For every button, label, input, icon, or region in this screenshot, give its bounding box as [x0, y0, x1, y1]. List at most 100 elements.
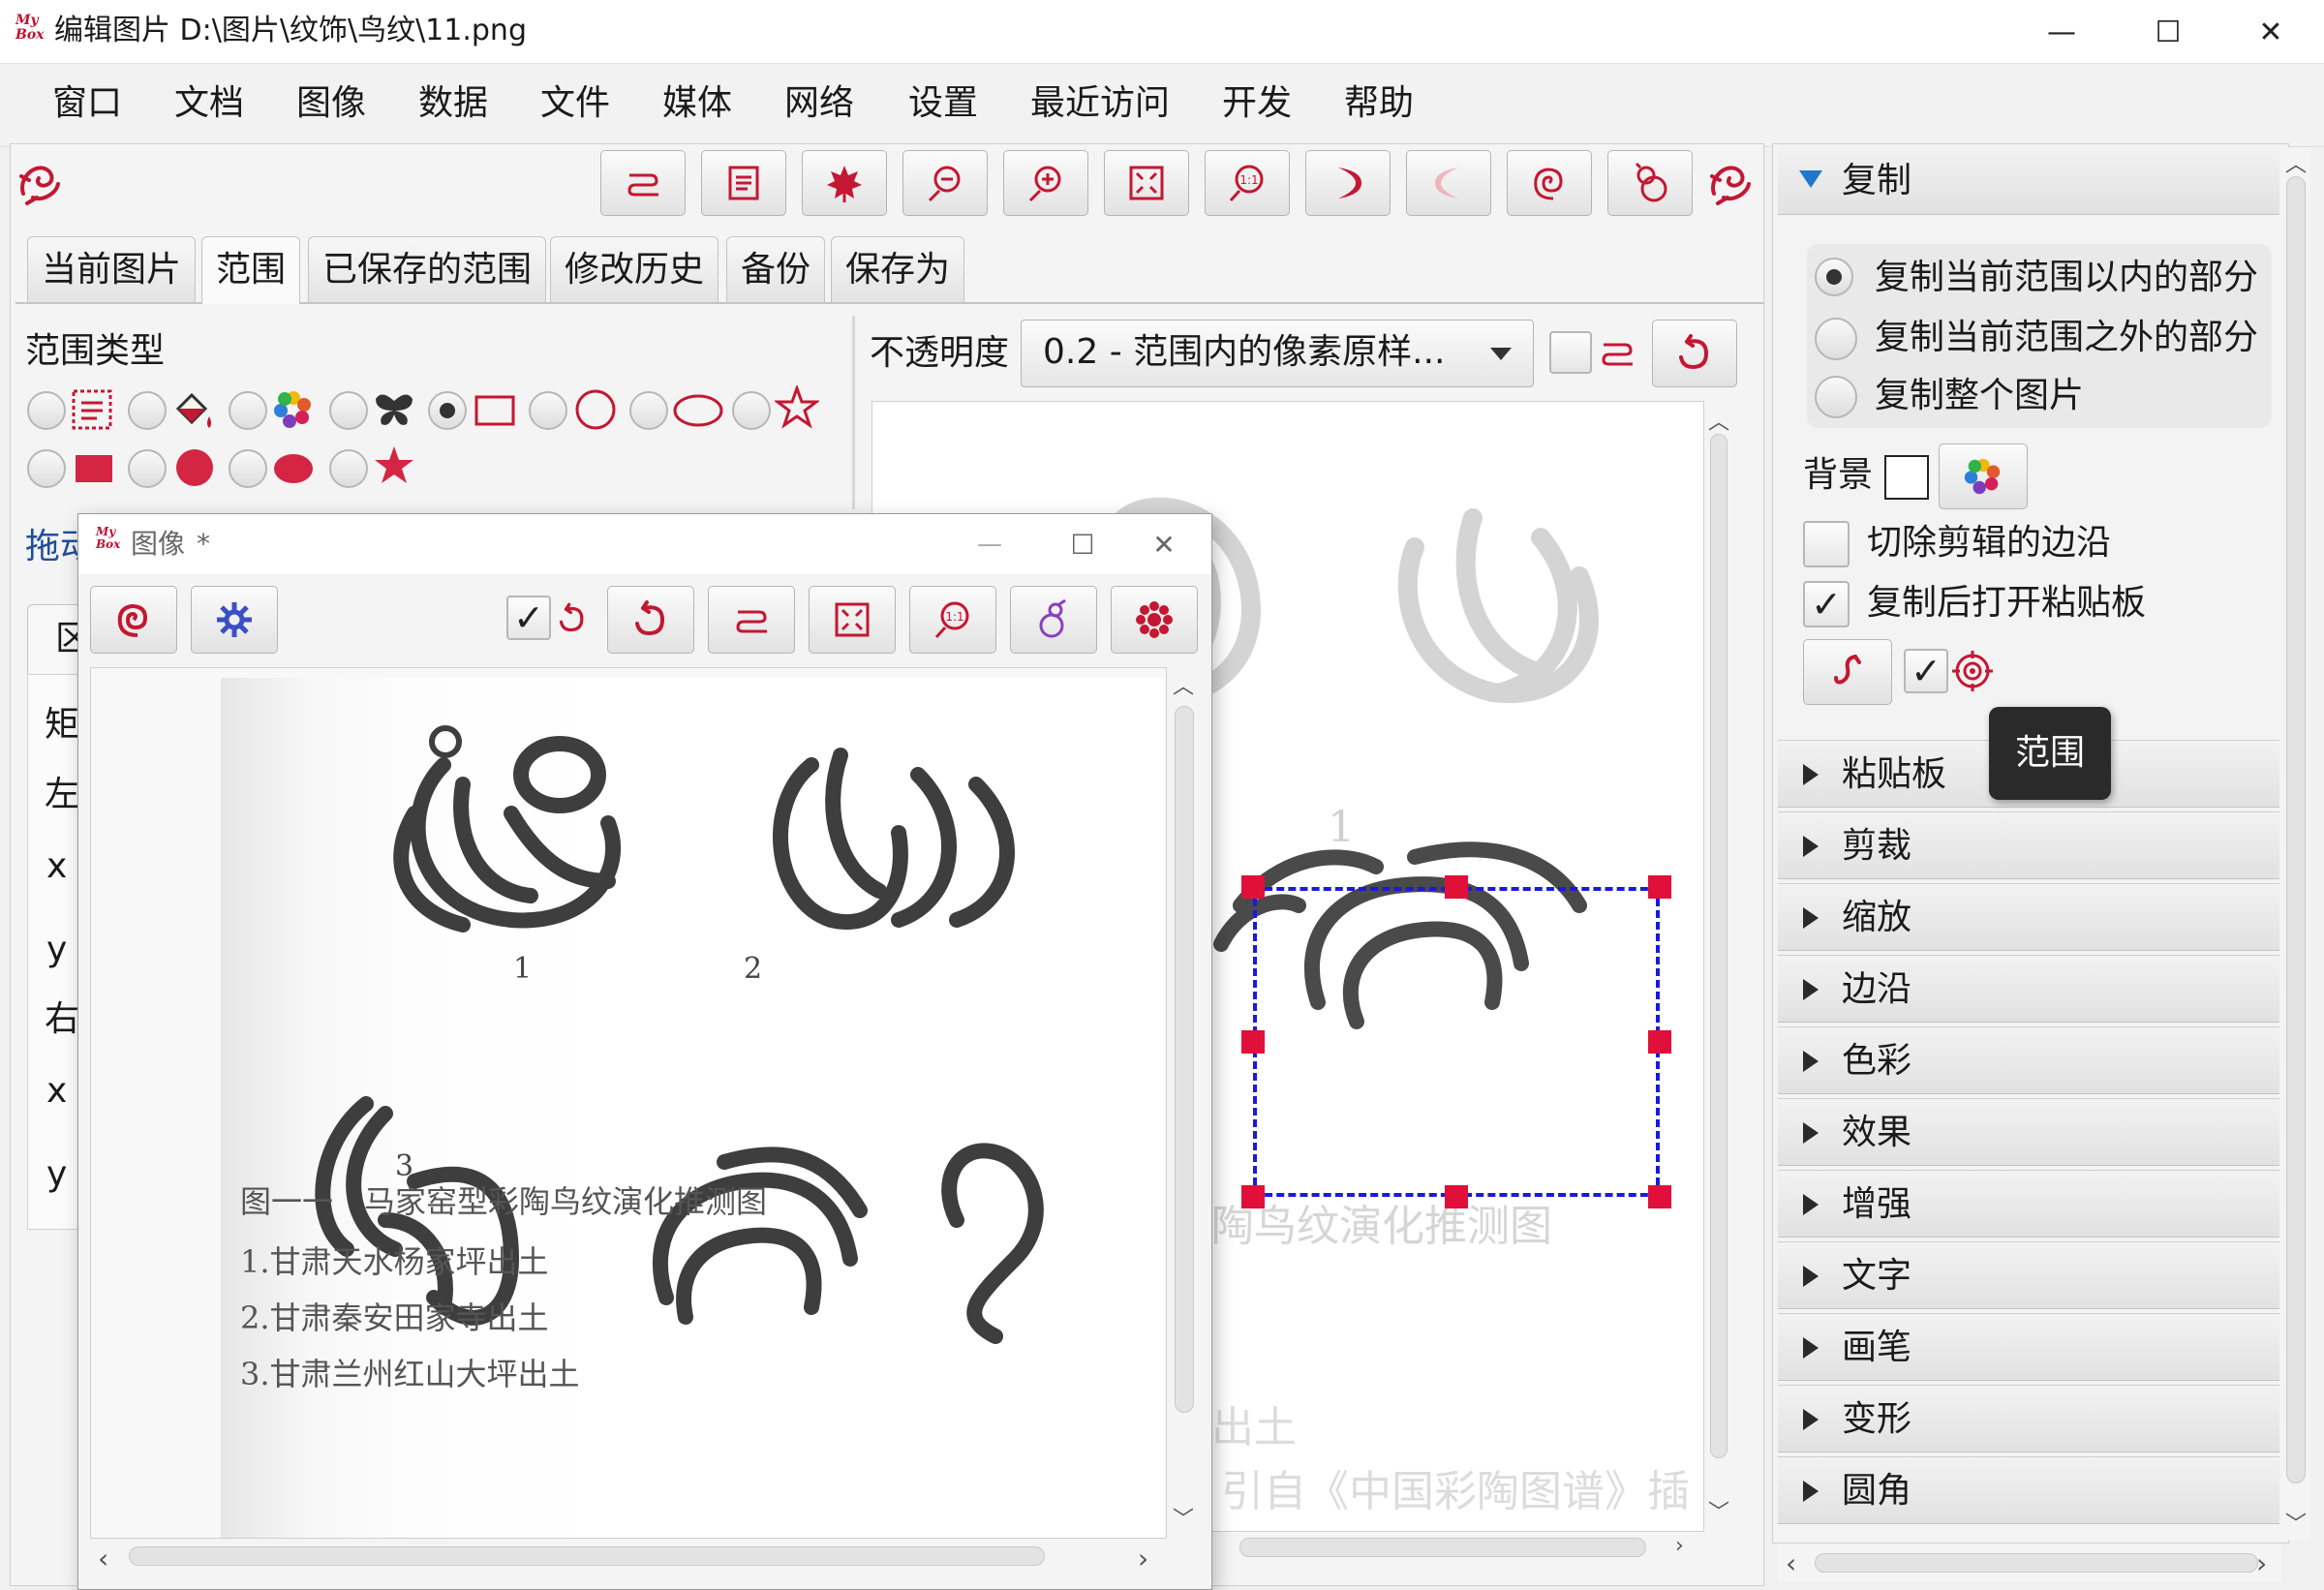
popup-minimize-button[interactable]: — — [938, 514, 1041, 574]
scroll-right-icon[interactable]: › — [1675, 1534, 1684, 1558]
spiral-button[interactable] — [1507, 150, 1592, 216]
menu-settings[interactable]: 设置 — [904, 79, 982, 128]
maximize-button[interactable]: ☐ — [2117, 0, 2219, 64]
cut-margins-label[interactable]: 切除剪辑的边沿 — [1867, 521, 2111, 566]
gourd-button[interactable] — [1607, 150, 1693, 216]
operations-hscroll-thumb[interactable] — [1815, 1553, 2258, 1573]
menu-help[interactable]: 帮助 — [1340, 79, 1418, 128]
minimize-button[interactable]: — — [2010, 0, 2113, 64]
popup-menu-button[interactable] — [90, 586, 177, 654]
menu-data[interactable]: 数据 — [414, 79, 492, 128]
tab-saved-scopes[interactable]: 已保存的范围 — [308, 236, 547, 302]
scope-radio-rectangle-filled[interactable] — [27, 449, 66, 488]
popup-pop-button[interactable] — [708, 586, 795, 654]
selection-handle[interactable] — [1445, 1185, 1468, 1208]
scope-checkbox[interactable]: ✓ — [1904, 649, 1948, 693]
popup-original-size-button[interactable]: 1:1 — [909, 586, 996, 654]
popup-gourd-button[interactable] — [1010, 586, 1097, 654]
operations-vscroll[interactable]: ︿ ﹀ — [2281, 147, 2310, 1540]
scroll-left-icon[interactable]: ‹ — [98, 1543, 108, 1575]
open-clipboard-checkbox[interactable]: ✓ — [1803, 581, 1850, 627]
popup-vscroll[interactable]: ︿ ﹀ — [1167, 667, 1200, 1539]
scope-radio-polygon-filled[interactable] — [329, 449, 368, 488]
popup-hscroll-thumb[interactable] — [129, 1546, 1045, 1566]
menu-file[interactable]: 文件 — [536, 79, 614, 128]
scope-radio-rectangle[interactable] — [428, 391, 467, 430]
selection-handle[interactable] — [1241, 1030, 1265, 1054]
popup-vscroll-thumb[interactable] — [1175, 706, 1194, 1413]
popup-close-button[interactable]: ✕ — [1113, 514, 1215, 574]
scope-radio-circle-filled[interactable] — [128, 449, 167, 488]
sub-tab[interactable]: 区 — [27, 604, 90, 676]
scroll-up-icon[interactable]: ︿ — [1708, 405, 1729, 436]
scope-radio-color[interactable] — [128, 391, 167, 430]
image-popup-window[interactable]: My Box 图像 * — ☐ ✕ ✓ 1:1 1 2 3 图一一 马家窑型彩陶… — [77, 513, 1212, 1590]
text-button[interactable] — [701, 150, 786, 216]
scroll-up-icon[interactable]: ︿ — [1173, 669, 1194, 700]
copy-inside-label[interactable]: 复制当前范围以内的部分 — [1875, 256, 2258, 300]
scope-radio-all[interactable] — [27, 391, 66, 430]
open-clipboard-label[interactable]: 复制后打开粘贴板 — [1867, 581, 2146, 626]
section-transform[interactable]: 变形 — [1778, 1385, 2279, 1452]
scope-radio-matting[interactable] — [229, 391, 267, 430]
popup-image-viewport[interactable]: 1 2 3 图一一 马家窑型彩陶鸟纹演化推测图 1.甘肃天水杨家坪出土 2.甘肃… — [90, 667, 1167, 1539]
menu-document[interactable]: 文档 — [170, 79, 248, 128]
section-effects[interactable]: 效果 — [1778, 1098, 2279, 1166]
section-pen[interactable]: 画笔 — [1778, 1313, 2279, 1381]
refresh-icon[interactable] — [555, 599, 590, 638]
section-text[interactable]: 文字 — [1778, 1241, 2279, 1309]
section-crop[interactable]: 剪裁 — [1778, 811, 2279, 879]
pop-button[interactable] — [600, 150, 686, 216]
scroll-up-icon[interactable]: ︿ — [2285, 147, 2307, 178]
copy-inside-radio[interactable] — [1815, 258, 1853, 296]
scope-radio-ellipse-filled[interactable] — [229, 449, 267, 488]
section-enhance[interactable]: 增强 — [1778, 1170, 2279, 1238]
copy-outside-label[interactable]: 复制当前范围之外的部分 — [1875, 316, 2258, 360]
fit-window-button[interactable] — [1104, 150, 1189, 216]
selection-handle[interactable] — [1445, 875, 1468, 899]
pop-icon[interactable] — [1594, 331, 1640, 374]
selection-handle[interactable] — [1648, 1185, 1671, 1208]
original-size-button[interactable]: 1:1 — [1205, 150, 1290, 216]
popup-hscroll[interactable]: ‹ › — [90, 1539, 1167, 1575]
selection-handle[interactable] — [1648, 1030, 1671, 1054]
preview-vscroll[interactable]: ︿ ﹀ — [1704, 401, 1733, 1532]
menu-recent[interactable]: 最近访问 — [1026, 79, 1174, 128]
preview-hscroll[interactable]: › — [1181, 1532, 1704, 1563]
section-scale[interactable]: 缩放 — [1778, 883, 2279, 951]
target-icon[interactable] — [1950, 649, 1995, 693]
tab-scope[interactable]: 范围 — [201, 236, 301, 304]
selection-handle[interactable] — [1241, 875, 1265, 899]
operations-vscroll-thumb[interactable] — [2286, 176, 2306, 1483]
palette-button[interactable] — [1939, 443, 2028, 509]
operations-hscroll[interactable]: ‹ › — [1778, 1544, 2281, 1582]
scroll-down-icon[interactable]: ﹀ — [1173, 1502, 1194, 1533]
pop-preview-checkbox[interactable] — [1549, 331, 1592, 374]
tab-history[interactable]: 修改历史 — [550, 236, 719, 302]
scope-radio-outline[interactable] — [329, 391, 368, 430]
opacity-select[interactable]: 0.2 - 范围内的像素原样... — [1021, 320, 1534, 387]
leaf-button[interactable] — [802, 150, 887, 216]
scope-radio-circle[interactable] — [529, 391, 567, 430]
scroll-right-icon[interactable]: › — [1138, 1543, 1148, 1575]
scroll-right-icon[interactable]: › — [2256, 1547, 2267, 1579]
popup-settings-button[interactable] — [191, 586, 278, 654]
section-round-corners[interactable]: 圆角 — [1778, 1456, 2279, 1524]
rotate-left-button[interactable] — [1406, 150, 1491, 216]
hscroll-thumb[interactable] — [1239, 1538, 1646, 1557]
selection-rectangle[interactable] — [1253, 887, 1660, 1197]
menu-window[interactable]: 窗口 — [48, 79, 126, 128]
scroll-down-icon[interactable]: ﹀ — [1708, 1495, 1729, 1526]
copy-whole-label[interactable]: 复制整个图片 — [1875, 374, 2084, 418]
menu-network[interactable]: 网络 — [780, 79, 858, 128]
popup-fit-window-button[interactable] — [809, 586, 896, 654]
tab-current-image[interactable]: 当前图片 — [27, 236, 197, 302]
popup-refresh-button[interactable] — [607, 586, 694, 654]
tab-save-as[interactable]: 保存为 — [831, 236, 965, 302]
cut-margins-checkbox[interactable] — [1803, 521, 1850, 567]
copy-whole-radio[interactable] — [1815, 376, 1857, 418]
selection-handle[interactable] — [1241, 1185, 1265, 1208]
menu-media[interactable]: 媒体 — [658, 79, 736, 128]
selection-handle[interactable] — [1648, 875, 1671, 899]
popup-flower-button[interactable] — [1111, 586, 1198, 654]
